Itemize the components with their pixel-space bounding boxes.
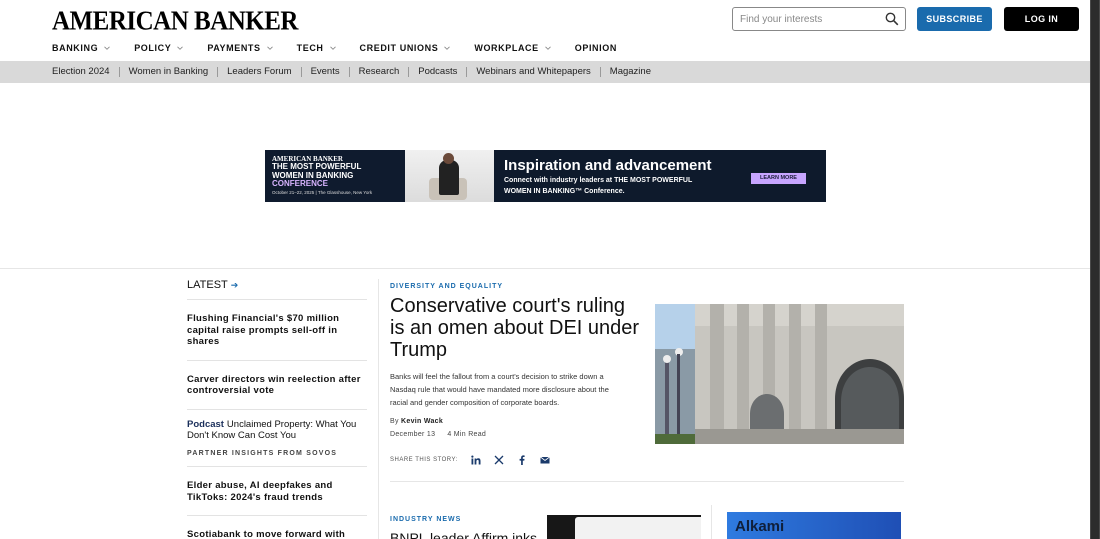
story-headline[interactable]: BNPL leader Affirm inks [390, 530, 537, 539]
column-divider [711, 505, 712, 539]
nav-item-label: POLICY [134, 43, 172, 53]
subnav-link-women-in-banking[interactable]: Women in Banking [129, 66, 209, 77]
divider [118, 66, 120, 77]
email-icon[interactable] [540, 455, 550, 465]
nav-item-workplace[interactable]: WORKPLACE [474, 43, 551, 53]
latest-item-title[interactable]: Elder abuse, AI deepfakes and TikToks: 2… [187, 480, 333, 503]
x-icon[interactable] [494, 455, 504, 465]
subnav-link-magazine[interactable]: Magazine [610, 66, 651, 77]
search-box[interactable] [732, 7, 906, 31]
ad-body: WOMEN IN BANKING™ Conference. [504, 188, 625, 195]
chevron-down-icon [177, 46, 184, 50]
chevron-down-icon [266, 46, 273, 50]
sidebar-ad[interactable]: Alkami [727, 512, 901, 539]
site-logo[interactable]: AMERICAN BANKER [52, 7, 298, 37]
subnav-link-election[interactable]: Election 2024 [52, 66, 110, 77]
chevron-down-icon [104, 46, 111, 50]
ad-dates: October 21–22, 2025 | The Glasshouse, Ne… [272, 189, 373, 195]
nav-item-label: PAYMENTS [207, 43, 261, 53]
nav-item-payments[interactable]: PAYMENTS [207, 43, 273, 53]
nav-item-label: OPINION [574, 43, 617, 53]
login-button[interactable]: LOG IN [1004, 7, 1079, 31]
subnav-link-webinars[interactable]: Webinars and Whitepapers [476, 66, 590, 77]
facebook-icon[interactable] [517, 455, 527, 465]
divider [408, 66, 410, 77]
read-time: 4 Min Read [447, 431, 487, 438]
search-icon[interactable] [885, 12, 899, 26]
main-nav: BANKING POLICY PAYMENTS TECH CREDIT UNIO… [52, 43, 641, 53]
ad-conference-panel: AMERICAN BANKER THE MOST POWERFUL WOMEN … [265, 150, 405, 202]
list-item[interactable]: Flushing Financial's $70 million capital… [187, 300, 367, 361]
secondary-nav: Election 2024 Women in Banking Leaders F… [0, 61, 1090, 83]
nav-item-label: TECH [296, 43, 324, 53]
divider [466, 66, 468, 77]
divider [217, 66, 219, 77]
nav-item-policy[interactable]: POLICY [134, 43, 184, 53]
story-date: December 13 [390, 431, 436, 438]
ad-brand-text: Alkami [735, 518, 785, 535]
nav-item-label: WORKPLACE [474, 43, 539, 53]
arrow-right-icon: ➔ [230, 279, 239, 290]
divider [348, 66, 350, 77]
featured-story: DIVERSITY AND EQUALITY Conservative cour… [390, 283, 640, 465]
section-divider [0, 268, 1090, 269]
story-thumbnail[interactable] [547, 515, 701, 539]
story-headline[interactable]: Conservative court's ruling is an omen a… [390, 295, 640, 361]
latest-column: LATEST ➔ Flushing Financial's $70 millio… [187, 279, 367, 539]
share-bar: SHARE THIS STORY: [390, 455, 640, 465]
list-item[interactable]: Carver directors win reelection after co… [187, 361, 367, 410]
list-item[interactable]: Scotiabank to move forward with KeyCorp … [187, 516, 367, 539]
subnav-link-research[interactable]: Research [359, 66, 400, 77]
byline: By Kevin Wack [390, 418, 640, 425]
latest-heading-label: LATEST [187, 279, 228, 291]
story-meta: December 13 4 Min Read [390, 431, 640, 438]
share-label: SHARE THIS STORY: [390, 457, 458, 463]
nav-item-opinion[interactable]: OPINION [575, 43, 617, 53]
site-header: AMERICAN BANKER SUBSCRIBE LOG IN BANKING… [0, 0, 1090, 60]
subnav-link-leaders-forum[interactable]: Leaders Forum [227, 66, 291, 77]
ad-headline: Inspiration and advancement [504, 157, 712, 174]
column-divider [378, 279, 379, 539]
subnav-link-podcasts[interactable]: Podcasts [418, 66, 457, 77]
banner-ad[interactable]: AMERICAN BANKER THE MOST POWERFUL WOMEN … [265, 150, 826, 202]
nav-item-tech[interactable]: TECH [297, 43, 336, 53]
nav-item-banking[interactable]: BANKING [52, 43, 111, 53]
ad-learn-more-button[interactable]: LEARN MORE [751, 173, 806, 184]
ad-photo [405, 150, 494, 202]
nav-item-label: BANKING [52, 43, 99, 53]
nav-item-credit-unions[interactable]: CREDIT UNIONS [360, 43, 451, 53]
podcast-label: Podcast [187, 418, 224, 430]
page-scrollbar[interactable] [1090, 0, 1100, 539]
list-item[interactable]: Podcast Unclaimed Property: What You Don… [187, 410, 367, 467]
divider [300, 66, 302, 77]
chevron-down-icon [444, 46, 451, 50]
story-category[interactable]: INDUSTRY NEWS [390, 516, 461, 523]
divider [599, 66, 601, 77]
section-divider [390, 481, 904, 482]
subscribe-button[interactable]: SUBSCRIBE [917, 7, 992, 31]
list-item[interactable]: Elder abuse, AI deepfakes and TikToks: 2… [187, 467, 367, 516]
latest-heading[interactable]: LATEST ➔ [187, 279, 367, 300]
story-summary: Banks will feel the fallout from a court… [390, 372, 609, 407]
partner-label: PARTNER INSIGHTS FROM SOVOS [187, 449, 338, 457]
subnav-link-events[interactable]: Events [311, 66, 340, 77]
linkedin-icon[interactable] [471, 455, 481, 465]
latest-item-title[interactable]: Flushing Financial's $70 million capital… [187, 313, 339, 347]
author-link[interactable]: Kevin Wack [401, 418, 443, 425]
story-image[interactable] [655, 304, 904, 444]
ad-title-line: CONFERENCE [272, 179, 329, 188]
byline-label: By [390, 418, 399, 425]
story-category[interactable]: DIVERSITY AND EQUALITY [390, 283, 640, 290]
ad-message-panel: Inspiration and advancement Connect with… [494, 150, 826, 202]
scrollbar-thumb[interactable] [1091, 0, 1099, 539]
chevron-down-icon [329, 46, 336, 50]
chevron-down-icon [544, 46, 551, 50]
nav-item-label: CREDIT UNIONS [359, 43, 439, 53]
latest-item-title[interactable]: Scotiabank to move forward with KeyCorp … [187, 529, 345, 539]
search-input[interactable] [740, 8, 880, 30]
latest-item-title[interactable]: Carver directors win reelection after co… [187, 374, 361, 397]
